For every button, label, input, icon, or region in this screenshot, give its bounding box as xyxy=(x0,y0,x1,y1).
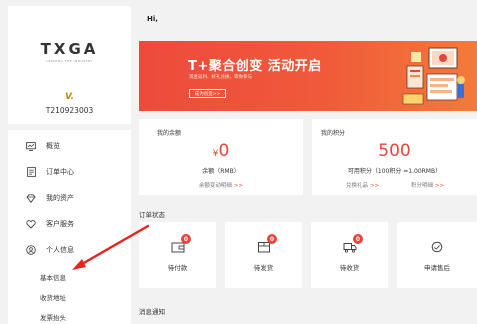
banner-title: T+聚合创变 活动开启 xyxy=(188,59,322,74)
balance-value: 0 xyxy=(218,141,230,161)
balance-card: 我的余额 ¥0 余额（RMB） 余额变动明细 >> xyxy=(139,119,303,195)
messages-title: 消息通知 xyxy=(139,308,165,316)
sub-item-address[interactable]: 收货地址 xyxy=(40,292,66,302)
order-pending-payment[interactable]: 0 待付款 xyxy=(139,222,216,288)
banner-subtitle: 现金返利、好礼兑换，等你参与 xyxy=(189,75,252,80)
order-pending-shipment[interactable]: 0 待发货 xyxy=(225,222,302,288)
order-pending-receipt[interactable]: 0 待收货 xyxy=(311,222,388,288)
heart-icon xyxy=(25,219,37,229)
link-arrow: >> xyxy=(435,183,445,189)
balance-history-link[interactable]: 余额变动明细 >> xyxy=(139,181,303,189)
sidebar-item-service[interactable]: 客户服务 xyxy=(8,214,131,234)
order-center-icon xyxy=(25,167,37,177)
order-label: 待发货 xyxy=(253,264,274,272)
brand-logo: TXGA LEADING THE INDUSTRY xyxy=(8,40,131,63)
logo-subtext: LEADING THE INDUSTRY xyxy=(46,59,93,63)
link-arrow: >> xyxy=(370,183,380,189)
sidebar-item-profile[interactable]: 个人信息 xyxy=(8,240,131,260)
redeem-gifts-link[interactable]: 兑换礼品 >> xyxy=(346,181,379,189)
promo-banner[interactable]: T+聚合创变 活动开启 现金返利、好礼兑换，等你参与 成为创变>> xyxy=(139,41,477,111)
sidebar-item-label: 客户服务 xyxy=(46,220,74,228)
banner-join-button[interactable]: 成为创变>> xyxy=(189,89,226,98)
logo-text: TXGA xyxy=(40,40,99,58)
points-detail-link[interactable]: 积分明细 >> xyxy=(411,181,444,189)
points-value: 500 xyxy=(378,141,411,161)
profile-card: TXGA LEADING THE INDUSTRY V. T210923003 xyxy=(8,6,131,124)
sidebar-item-overview[interactable]: 概览 xyxy=(8,136,131,156)
order-label: 待收货 xyxy=(339,264,360,272)
points-label: 可用积分（100积分 =1.00RMB） xyxy=(347,168,442,175)
sub-item-invoice[interactable]: 发票抬头 xyxy=(40,312,66,322)
vip-badge: V. xyxy=(65,92,74,102)
order-count-badge: 0 xyxy=(181,234,191,244)
main-content: Hi, T+聚合创变 活动开启 现金返利、好礼兑换，等你参与 成为创变>> 我的… xyxy=(139,0,477,324)
user-icon xyxy=(25,245,37,255)
after-sale-icon xyxy=(431,241,443,253)
assets-icon xyxy=(25,193,37,203)
sidebar-nav: 概览 订单中心 我的资产 客户服务 个人信息 基本信息 收货地址 发票抬头 xyxy=(8,130,131,324)
sidebar-item-label: 订单中心 xyxy=(46,168,74,176)
balance-amount: ¥0 xyxy=(139,141,303,161)
points-card: 我的积分 500 可用积分（100积分 =1.00RMB） 兑换礼品 >> 积分明… xyxy=(312,119,477,195)
order-label: 待付款 xyxy=(167,264,188,272)
greeting: Hi, xyxy=(147,15,158,23)
sidebar-item-label: 个人信息 xyxy=(46,246,74,254)
redeem-gifts-text: 兑换礼品 xyxy=(346,183,369,189)
balance-history-text: 余额变动明细 xyxy=(198,183,232,189)
balance-title: 我的余额 xyxy=(157,130,182,137)
points-title: 我的积分 xyxy=(321,130,346,137)
order-count-badge: 0 xyxy=(353,234,363,244)
sidebar-item-label: 概览 xyxy=(46,142,60,150)
sidebar-item-orders[interactable]: 订单中心 xyxy=(8,162,131,182)
sub-item-basic-info[interactable]: 基本信息 xyxy=(40,272,66,282)
points-detail-text: 积分明细 xyxy=(411,183,434,189)
promo-illustration xyxy=(402,47,465,105)
sidebar-item-label: 我的资产 xyxy=(46,194,74,202)
balance-label: 余额（RMB） xyxy=(202,168,240,175)
sidebar-item-assets[interactable]: 我的资产 xyxy=(8,188,131,208)
order-after-sale[interactable]: 申请售后 xyxy=(397,222,477,288)
overview-icon xyxy=(25,141,37,151)
link-arrow: >> xyxy=(233,183,244,189)
sidebar: TXGA LEADING THE INDUSTRY V. T210923003 … xyxy=(0,0,131,324)
order-status-title: 订单状态 xyxy=(139,211,165,219)
user-id: T210923003 xyxy=(45,106,94,115)
order-count-badge: 0 xyxy=(267,234,277,244)
order-label: 申请售后 xyxy=(424,264,450,272)
